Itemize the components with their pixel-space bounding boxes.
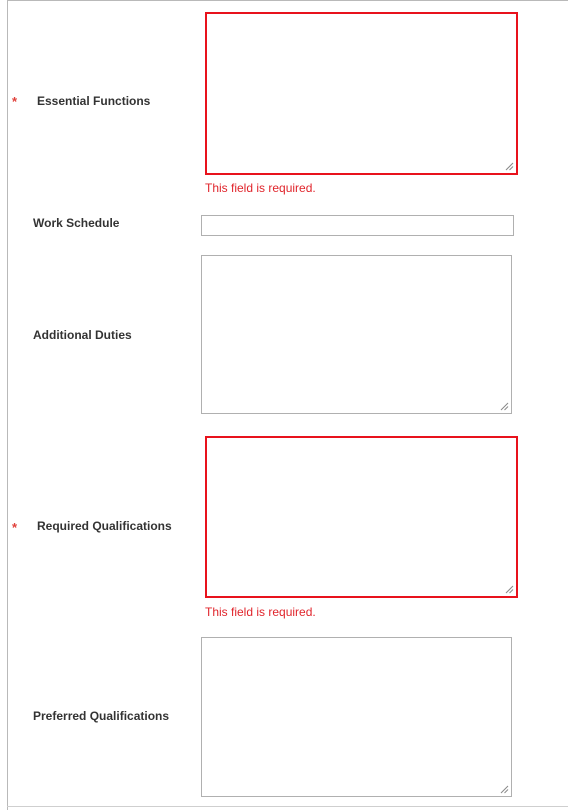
preferred-qualifications-textarea[interactable] <box>201 637 512 797</box>
additional-duties-label: Additional Duties <box>33 328 132 342</box>
required-qualifications-label: Required Qualifications <box>37 519 172 533</box>
work-schedule-input[interactable] <box>201 215 514 236</box>
required-qualifications-error: This field is required. <box>205 605 316 619</box>
required-marker: * <box>12 94 18 109</box>
essential-functions-error: This field is required. <box>205 181 316 195</box>
form-panel-bottom-border <box>7 806 568 807</box>
resize-handle-icon[interactable] <box>500 402 509 411</box>
resize-handle-icon[interactable] <box>505 585 514 594</box>
resize-handle-icon[interactable] <box>505 162 514 171</box>
resize-handle-icon[interactable] <box>500 785 509 794</box>
essential-functions-label: Essential Functions <box>37 94 151 108</box>
preferred-qualifications-label: Preferred Qualifications <box>33 709 170 723</box>
essential-functions-textarea[interactable] <box>205 12 518 175</box>
work-schedule-label: Work Schedule <box>33 216 120 230</box>
required-marker: * <box>12 520 18 535</box>
required-qualifications-textarea[interactable] <box>205 436 518 598</box>
additional-duties-textarea[interactable] <box>201 255 512 414</box>
